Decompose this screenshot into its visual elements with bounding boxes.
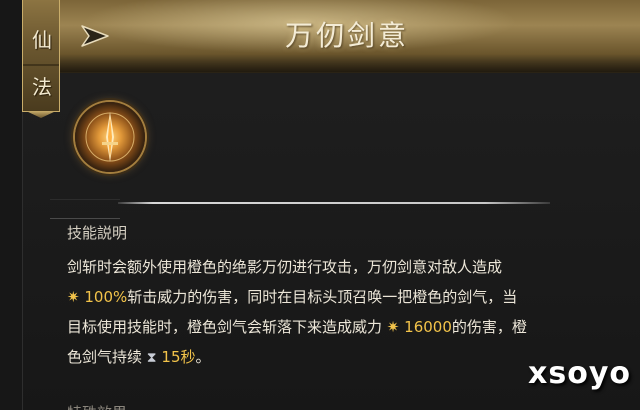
category-tab-immortal-arts[interactable]: 仙 法 xyxy=(22,0,60,112)
category-tab-char-1: 仙 xyxy=(32,28,52,52)
desc-line-4: 色剑气持续 xyxy=(67,348,143,366)
divider-stub xyxy=(50,199,120,219)
desc-line-2: 斩击威力的伤害，同时在目标头顶召唤一把橙色的剑气，当 xyxy=(127,288,518,306)
desc-line-3-end: 的伤害，橙 xyxy=(451,318,527,336)
category-tab-char-2: 法 xyxy=(32,75,52,99)
sword-skill-icon xyxy=(75,102,145,172)
spark-icon: ✷ xyxy=(67,288,80,306)
section-divider xyxy=(118,202,550,204)
desc-line-4-end: 。 xyxy=(195,348,211,366)
duration-value: 15秒 xyxy=(161,348,196,366)
special-effect-heading: 特殊效果 xyxy=(67,402,127,410)
power-value: 16000 xyxy=(404,318,452,336)
skill-description: 剑斩时会额外使用橙色的绝影万仞进行攻击，万仞剑意对敌人造成 ✷ 100%斩击威力… xyxy=(67,252,607,373)
watermark-logo: xsoyo xyxy=(528,356,631,391)
damage-percent: 100% xyxy=(84,288,128,306)
hourglass-icon: ⧗ xyxy=(146,350,157,366)
skill-header: 万仞剑意 xyxy=(22,0,640,73)
desc-line-1: 剑斩时会额外使用橙色的绝影万仞进行攻击，万仞剑意对敌人造成 xyxy=(67,258,503,276)
skill-description-heading: 技能説明 xyxy=(67,224,128,242)
skill-detail-screen: 万仞剑意 仙 法 技能説明 剑斩时会额外使用橙色的绝影万仞进行攻击，万仞剑意对敌… xyxy=(0,0,640,410)
skill-title: 万仞剑意 xyxy=(284,19,409,52)
desc-line-3: 目标使用技能时，橙色剑气会斩落下来造成威力 xyxy=(67,318,383,336)
arrow-pointer-icon[interactable] xyxy=(80,24,110,48)
spark-icon: ✷ xyxy=(386,318,400,336)
